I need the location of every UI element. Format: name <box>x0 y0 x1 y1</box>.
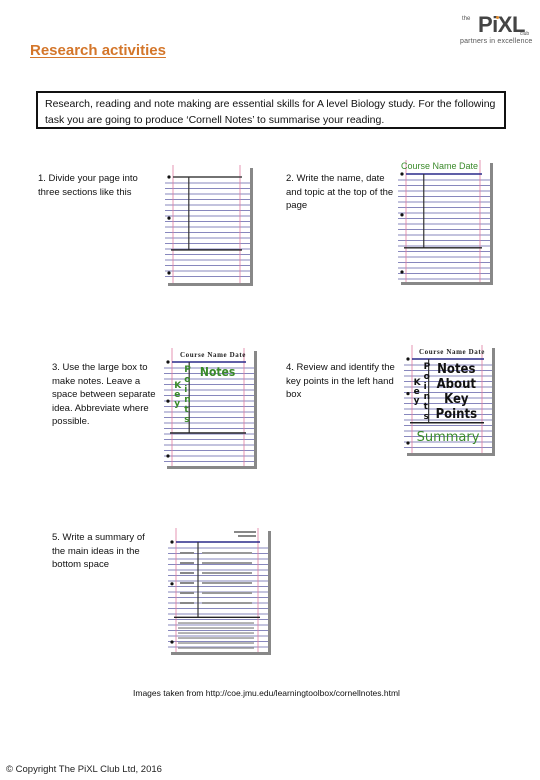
binder-hole-icon <box>170 640 174 644</box>
heading-label: Course Name Date <box>419 348 485 356</box>
binder-hole-icon <box>170 582 174 586</box>
date-scribble <box>238 535 256 537</box>
binder-hole-icon <box>167 216 171 220</box>
step-5-image <box>168 528 268 652</box>
binder-hole-icon <box>406 357 410 361</box>
summary-scribble <box>178 632 254 634</box>
logo-the: the <box>462 16 471 22</box>
binder-hole-icon <box>166 454 170 458</box>
note-scribble <box>202 552 252 554</box>
notes-label: Points <box>436 407 478 422</box>
copyright: © Copyright The PiXL Club Ltd, 2016 <box>6 764 162 775</box>
summary-label: Summary <box>417 430 480 445</box>
cue-letter: t <box>424 402 429 412</box>
step-1-image <box>165 165 250 283</box>
logo-tagline: partners in excellence <box>460 38 533 45</box>
heading-label: Course Name Date <box>401 161 478 171</box>
step-2-image: Course Name Date <box>398 160 490 282</box>
summary-scribble <box>178 642 254 644</box>
step-5-text: 5. Write a summary of the main ideas in … <box>52 532 145 570</box>
binder-hole-icon <box>170 540 174 544</box>
notes-label: Key <box>444 392 469 407</box>
note-scribble <box>202 602 252 604</box>
note-scribble <box>202 592 252 594</box>
step-3-text: 3. Use the large box to make notes. Leav… <box>52 362 156 427</box>
binder-hole-icon <box>400 172 404 176</box>
cue-scribble <box>180 572 194 574</box>
notes-label: About <box>437 377 477 392</box>
binder-hole-icon <box>406 392 410 396</box>
cue-letter: i <box>184 385 187 395</box>
cue-letter: s <box>424 412 429 422</box>
cue-scribble <box>180 592 194 594</box>
binder-hole-icon <box>167 175 171 179</box>
image-credit: Images taken from http://coe.jmu.edu/lea… <box>133 688 400 698</box>
notes-label: Notes <box>200 365 235 379</box>
pixl-logo: the PiXL club partners in excellence <box>458 12 538 52</box>
binder-hole-icon <box>166 399 170 403</box>
summary-scribble <box>178 622 254 624</box>
cue-letter: y <box>414 396 420 406</box>
cue-letter: t <box>184 405 189 415</box>
cue-scribble <box>180 552 194 554</box>
name-scribble <box>234 531 256 533</box>
cue-scribble <box>180 582 194 584</box>
step-3-image: Course Name Date Ke y Po i n t s Notes <box>164 348 254 466</box>
summary-scribble <box>178 627 254 629</box>
cue-letter: o <box>184 375 190 385</box>
cue-letter: y <box>174 399 180 409</box>
logo-brand: PiXL <box>478 12 525 37</box>
note-scribble <box>202 562 252 564</box>
cue-letter: n <box>424 392 430 402</box>
step-2-text: 2. Write the name, date and topic at the… <box>286 173 394 211</box>
binder-hole-icon <box>400 270 404 274</box>
step-1-text: 1. Divide your page into three sections … <box>38 173 138 198</box>
binder-hole-icon <box>166 360 170 364</box>
note-scribble <box>202 572 252 574</box>
cue-letter: o <box>424 372 430 382</box>
summary-scribble <box>178 647 254 649</box>
cue-scribble <box>180 562 194 564</box>
summary-scribble <box>178 637 254 639</box>
intro-box: Research, reading and note making are es… <box>36 91 506 129</box>
cue-letter: n <box>184 395 190 405</box>
logo-club: club <box>520 31 530 37</box>
cue-scribble <box>180 602 194 604</box>
note-scribble <box>202 582 252 584</box>
binder-hole-icon <box>400 213 404 217</box>
logo-dot-icon <box>496 16 499 19</box>
page-title: Research activities <box>30 42 166 59</box>
step-4-image: Course Name Date Ke y Po i n t s Notes About Key Po… <box>404 345 492 453</box>
cue-letter: s <box>184 415 189 425</box>
step-4-text: 4. Review and identify the key points in… <box>286 362 395 400</box>
binder-hole-icon <box>167 271 171 275</box>
heading-label: Course Name Date <box>180 351 246 359</box>
cue-letter: i <box>424 382 427 392</box>
cue-letter: P <box>424 362 431 372</box>
cue-letter: P <box>184 365 191 375</box>
binder-hole-icon <box>406 441 410 445</box>
notes-label: Notes <box>437 362 475 377</box>
